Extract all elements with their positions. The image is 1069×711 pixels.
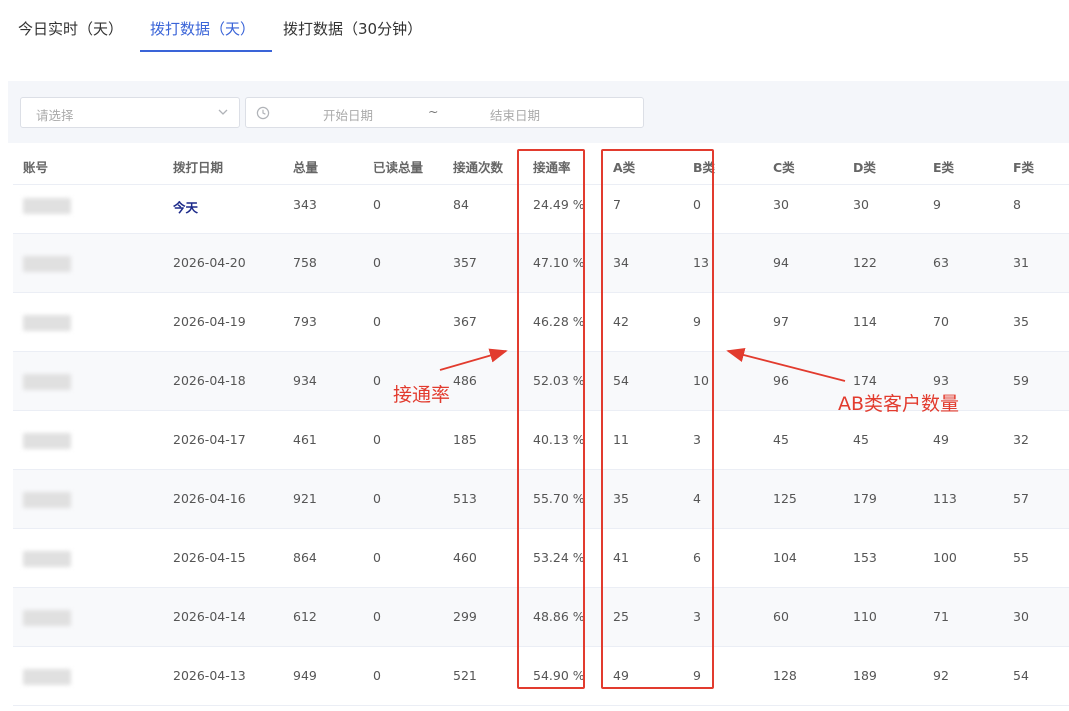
ab-class-annotation: AB类客户数量 xyxy=(838,393,960,415)
rate-arrow xyxy=(439,348,508,371)
connect-rate-annotation: 接通率 xyxy=(393,384,451,406)
annotation-arrows xyxy=(439,348,846,382)
ab-arrow xyxy=(726,348,846,382)
